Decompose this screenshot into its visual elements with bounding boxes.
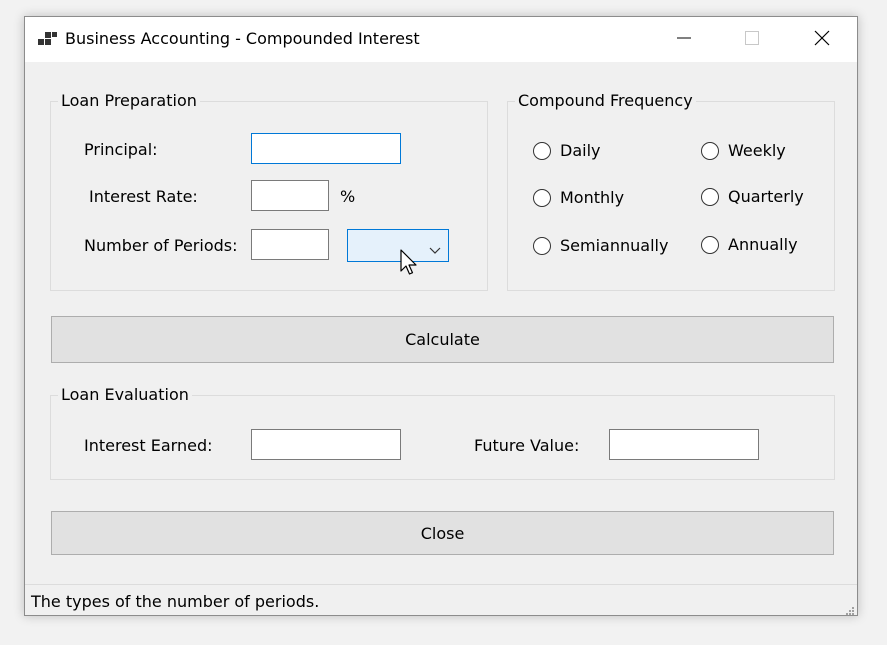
radio-monthly[interactable]: Monthly [533,188,624,207]
radio-label: Annually [728,235,798,254]
close-button[interactable]: Close [51,511,834,555]
interest-rate-label: Interest Rate: [89,187,198,206]
main-window: Business Accounting - Compounded Interes… [24,16,858,616]
minimize-icon [677,30,691,49]
loan-evaluation-group: Loan Evaluation Interest Earned: Future … [50,385,835,480]
close-icon [814,30,830,50]
chevron-down-icon [429,240,441,254]
radio-label: Daily [560,141,601,160]
window-title: Business Accounting - Compounded Interes… [65,29,420,48]
mouse-pointer-icon [400,249,420,277]
minimize-button[interactable] [661,17,707,62]
size-grip-icon[interactable] [843,601,855,615]
radio-weekly[interactable]: Weekly [701,141,786,160]
radio-circle[interactable] [701,187,719,206]
future-value-input[interactable] [609,429,759,460]
percent-sign: % [340,187,356,206]
radio-annually[interactable]: Annually [701,235,798,254]
radio-circle[interactable] [701,141,719,160]
loan-evaluation-title: Loan Evaluation [58,385,192,405]
principal-input[interactable] [251,133,401,164]
loan-preparation-title: Loan Preparation [58,91,200,111]
maximize-button[interactable] [729,17,775,62]
title-bar[interactable]: Business Accounting - Compounded Interes… [25,17,857,62]
radio-circle[interactable] [533,141,551,160]
loan-preparation-group: Loan Preparation Principal: Interest Rat… [50,91,488,291]
status-bar: The types of the number of periods. [25,584,857,615]
compound-frequency-group: Compound Frequency Daily Weekly Monthly … [507,91,835,291]
number-of-periods-label: Number of Periods: [84,236,238,255]
interest-rate-input[interactable] [251,180,329,211]
calculate-button[interactable]: Calculate [51,316,834,363]
radio-label: Semiannually [560,236,669,255]
radio-label: Quarterly [728,187,804,206]
radio-circle[interactable] [533,188,551,207]
future-value-label: Future Value: [474,436,580,455]
interest-earned-label: Interest Earned: [84,436,213,455]
status-text: The types of the number of periods. [31,592,320,611]
radio-label: Monthly [560,188,625,207]
app-icon [38,31,58,49]
radio-semiannually[interactable]: Semiannually [533,236,668,255]
radio-circle[interactable] [701,235,719,254]
interest-earned-input[interactable] [251,429,401,460]
number-of-periods-input[interactable] [251,229,329,260]
maximize-icon [745,30,759,49]
radio-label: Weekly [728,141,786,160]
principal-label: Principal: [84,140,158,159]
compound-frequency-title: Compound Frequency [515,91,696,111]
radio-circle[interactable] [533,236,551,255]
period-type-dropdown[interactable] [347,229,449,262]
radio-daily[interactable]: Daily [533,141,600,160]
radio-quarterly[interactable]: Quarterly [701,187,804,206]
close-window-button[interactable] [799,17,845,62]
